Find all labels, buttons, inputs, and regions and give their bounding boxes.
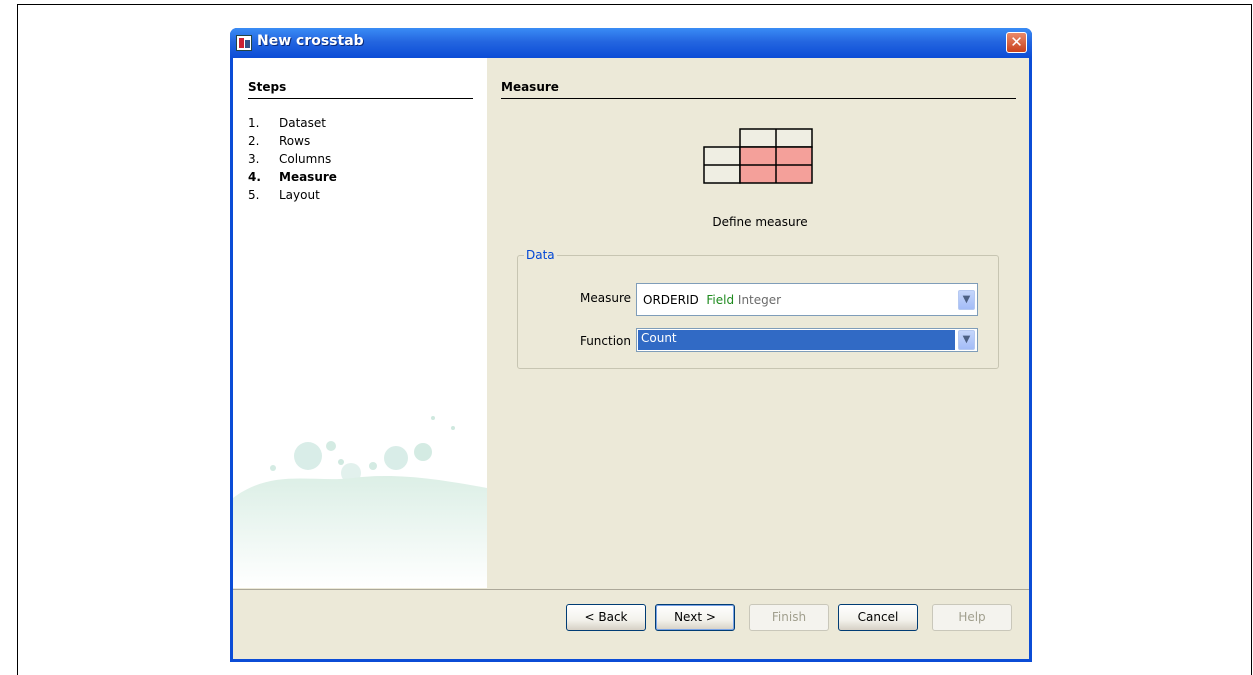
measure-select[interactable]: ORDERID Field Integer ▼ — [636, 283, 978, 316]
close-button[interactable]: ✕ — [1006, 32, 1027, 53]
main-panel: Measure Define measure Data Measure ORDE… — [487, 58, 1029, 588]
function-select[interactable]: Count ▼ — [636, 328, 978, 352]
next-button[interactable]: Next > — [655, 604, 735, 631]
steps-list: 1. Dataset 2. Rows 3. Columns 4. Measure 5. L… — [248, 114, 337, 204]
function-label: Function — [579, 334, 631, 348]
data-group: Data Measure ORDERID Field Integer ▼ Fun… — [517, 248, 999, 369]
title-bar: New crosstab ✕ — [230, 28, 1032, 58]
finish-button[interactable]: Finish — [749, 604, 829, 631]
steps-divider — [248, 98, 473, 99]
page-title: Measure — [501, 80, 559, 94]
help-button[interactable]: Help — [932, 604, 1012, 631]
selection-highlight — [638, 330, 955, 350]
chevron-down-icon[interactable]: ▼ — [958, 290, 975, 310]
step-item-rows: 2. Rows — [248, 134, 311, 148]
step-item-columns: 3. Columns — [248, 152, 332, 166]
new-crosstab-dialog: New crosstab ✕ Steps 1. Dataset 2. Rows 3.… — [230, 28, 1032, 662]
app-icon — [236, 35, 252, 51]
measure-select-value: ORDERID Field Integer — [643, 293, 782, 307]
function-select-value: Count — [641, 331, 677, 345]
window-title: New crosstab — [257, 33, 364, 49]
step-item-layout: 5. Layout — [248, 188, 320, 202]
main-divider — [501, 98, 1016, 99]
button-bar: < Back Next > Finish Cancel Help — [233, 589, 1029, 659]
cancel-button[interactable]: Cancel — [838, 604, 918, 631]
step-item-measure: 4. Measure — [248, 170, 337, 184]
step-description: Define measure — [712, 215, 808, 229]
decorative-bubbles-image — [233, 416, 487, 588]
steps-panel: Steps 1. Dataset 2. Rows 3. Columns 4. Measu… — [233, 58, 487, 588]
crosstab-measure-icon — [703, 128, 813, 184]
back-button[interactable]: < Back — [566, 604, 646, 631]
step-item-dataset: 1. Dataset — [248, 116, 326, 130]
chevron-down-icon[interactable]: ▼ — [958, 330, 975, 350]
steps-title: Steps — [248, 80, 287, 94]
measure-label: Measure — [580, 291, 631, 305]
data-group-legend: Data — [524, 248, 557, 262]
dialog-client: Steps 1. Dataset 2. Rows 3. Columns 4. Measu… — [233, 58, 1029, 659]
